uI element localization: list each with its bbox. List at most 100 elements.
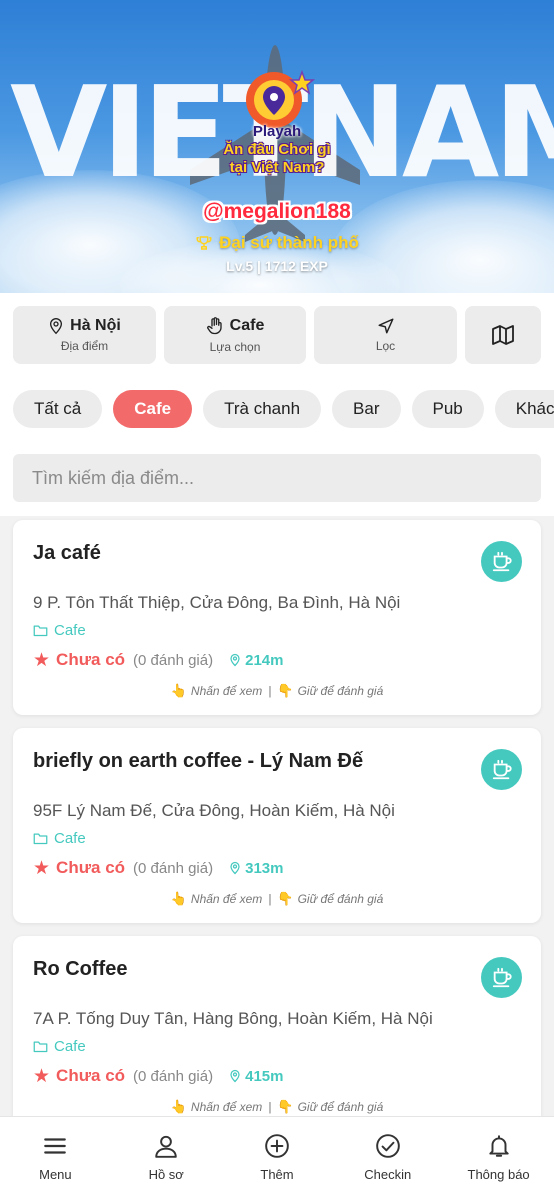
username[interactable]: @megalion188 xyxy=(0,200,554,224)
coffee-cup-icon xyxy=(481,957,522,998)
place-category-label: Cafe xyxy=(54,830,86,847)
choice-caption: Lựa chọn xyxy=(209,340,261,354)
check-circle-icon xyxy=(375,1134,400,1158)
places-list: Ja café 9 P. Tôn Thất Thiệp, Cửa Đông, B… xyxy=(0,516,554,1116)
gesture-hint: 👆 Nhấn để xem | 👇 Giữ để đánh giá xyxy=(13,683,541,699)
hint-rate: Giữ để đánh giá xyxy=(297,684,384,698)
tab-add[interactable]: Thêm xyxy=(222,1117,333,1200)
bell-icon xyxy=(488,1135,509,1157)
distance-value: 214m xyxy=(245,651,284,669)
location-pin-icon xyxy=(230,861,240,875)
folder-icon xyxy=(33,1041,48,1053)
user-icon xyxy=(155,1135,177,1158)
choice-value: Cafe xyxy=(229,317,265,334)
tab-notifications-label: Thông báo xyxy=(467,1167,530,1182)
map-icon xyxy=(492,325,514,345)
controls-panel: Hà Nội Địa điểm Cafe Lựa chọn Lọc Tất cả… xyxy=(0,293,554,516)
distance: 214m xyxy=(229,652,283,669)
folder-icon xyxy=(33,833,48,845)
tab-notifications[interactable]: Thông báo xyxy=(443,1117,554,1200)
gesture-hint: 👆 Nhấn để xem | 👇 Giữ để đánh giá xyxy=(13,891,541,907)
place-category: Cafe xyxy=(33,1038,86,1055)
bottom-tab-bar: Menu Hồ sơ Thêm Checkin Thông báo xyxy=(0,1116,554,1200)
place-address: 9 P. Tôn Thất Thiệp, Cửa Đông, Ba Đình, … xyxy=(33,593,401,612)
tab-menu-label: Menu xyxy=(39,1167,72,1182)
rating-row: ★ Chưa có (0 đánh giá) 214m xyxy=(33,650,283,670)
pointing-up-icon: 👆 xyxy=(170,891,187,906)
place-address: 7A P. Tống Duy Tân, Hàng Bông, Hoàn Kiếm… xyxy=(33,1009,433,1028)
profile-hero: VIETNAM Playah Ăn đâu Chơi gì tại Việt N… xyxy=(0,0,554,293)
tab-checkin-label: Checkin xyxy=(364,1167,412,1182)
chip-bar[interactable]: Bar xyxy=(332,390,401,428)
tab-menu[interactable]: Menu xyxy=(0,1117,111,1200)
map-view-button[interactable] xyxy=(465,306,541,364)
navigation-arrow-icon xyxy=(378,318,393,334)
place-category: Cafe xyxy=(33,622,86,639)
pointing-down-icon: 👇 xyxy=(277,1099,294,1114)
filter-caption: Lọc xyxy=(375,339,396,353)
location-value: Hà Nội xyxy=(70,317,121,334)
place-name: Ro Coffee xyxy=(33,958,128,980)
hamburger-menu-icon xyxy=(44,1138,67,1154)
logo-title: Playah xyxy=(252,123,302,140)
hint-separator: | xyxy=(268,684,272,698)
hint-separator: | xyxy=(268,892,272,906)
distance-value: 415m xyxy=(245,1067,284,1085)
filter-button[interactable]: Lọc xyxy=(314,306,457,364)
category-chips: Tất cả Cafe Trà chanh Bar Pub Khác xyxy=(13,390,554,428)
choice-filter-button[interactable]: Cafe Lựa chọn xyxy=(164,306,306,364)
place-card[interactable]: Ro Coffee 7A P. Tống Duy Tân, Hàng Bông,… xyxy=(13,936,541,1116)
chip-tra-chanh[interactable]: Trà chanh xyxy=(203,390,322,428)
rating-row: ★ Chưa có (0 đánh giá) 313m xyxy=(33,858,283,878)
rank-label: Đại sứ thành phố xyxy=(219,233,359,252)
rating-label: Chưa có xyxy=(56,1066,126,1085)
distance-value: 313m xyxy=(245,859,284,877)
map-pin-icon xyxy=(50,318,63,335)
coffee-cup-icon xyxy=(481,749,522,790)
gesture-hint: 👆 Nhấn để xem | 👇 Giữ để đánh giá xyxy=(13,1099,541,1115)
distance: 415m xyxy=(229,1068,283,1085)
review-count: (0 đánh giá) xyxy=(133,859,214,877)
logo-tagline-line1: Ăn đâu Chơi gì xyxy=(223,141,331,158)
hint-rate: Giữ để đánh giá xyxy=(297,1100,384,1114)
hint-view: Nhấn để xem xyxy=(190,1100,263,1114)
pointing-down-icon: 👇 xyxy=(277,891,294,906)
star-icon: ★ xyxy=(33,649,51,671)
hand-icon xyxy=(206,317,222,335)
place-address: 95F Lý Nam Đế, Cửa Đông, Hoàn Kiếm, Hà N… xyxy=(33,801,395,820)
hint-rate: Giữ để đánh giá xyxy=(297,892,384,906)
logo-tagline-line2: tại Việt Nam? xyxy=(229,159,325,176)
plus-circle-icon xyxy=(265,1134,289,1158)
rating-label: Chưa có xyxy=(56,650,126,669)
chip-pub[interactable]: Pub xyxy=(411,390,484,428)
coffee-cup-icon xyxy=(481,541,522,582)
pointing-up-icon: 👆 xyxy=(170,1099,187,1114)
place-category-label: Cafe xyxy=(54,622,86,639)
tab-profile[interactable]: Hồ sơ xyxy=(111,1117,222,1200)
hint-view: Nhấn để xem xyxy=(190,684,263,698)
location-filter-button[interactable]: Hà Nội Địa điểm xyxy=(13,306,156,364)
place-category: Cafe xyxy=(33,830,86,847)
chip-tat-ca[interactable]: Tất cả xyxy=(13,390,103,428)
tab-checkin[interactable]: Checkin xyxy=(332,1117,443,1200)
rating-label: Chưa có xyxy=(56,858,126,877)
chip-khac[interactable]: Khác xyxy=(494,390,554,428)
folder-icon xyxy=(33,625,48,637)
chip-cafe[interactable]: Cafe xyxy=(113,390,193,428)
star-icon: ★ xyxy=(33,1065,51,1087)
trophy-icon xyxy=(196,236,212,250)
rank-badge: Đại sứ thành phố xyxy=(0,233,554,253)
place-category-label: Cafe xyxy=(54,1038,86,1055)
place-name: briefly on earth coffee - Lý Nam Đế xyxy=(33,750,364,772)
place-card[interactable]: Ja café 9 P. Tôn Thất Thiệp, Cửa Đông, B… xyxy=(13,520,541,715)
star-icon: ★ xyxy=(33,857,51,879)
place-card[interactable]: briefly on earth coffee - Lý Nam Đế 95F … xyxy=(13,728,541,923)
hint-view: Nhấn để xem xyxy=(190,892,263,906)
location-pin-icon xyxy=(230,653,240,667)
review-count: (0 đánh giá) xyxy=(133,1067,214,1085)
location-caption: Địa điểm xyxy=(60,339,109,353)
place-name: Ja café xyxy=(33,542,101,564)
tab-profile-label: Hồ sơ xyxy=(148,1167,184,1182)
search-input[interactable] xyxy=(13,454,541,502)
rating-row: ★ Chưa có (0 đánh giá) 415m xyxy=(33,1066,283,1086)
